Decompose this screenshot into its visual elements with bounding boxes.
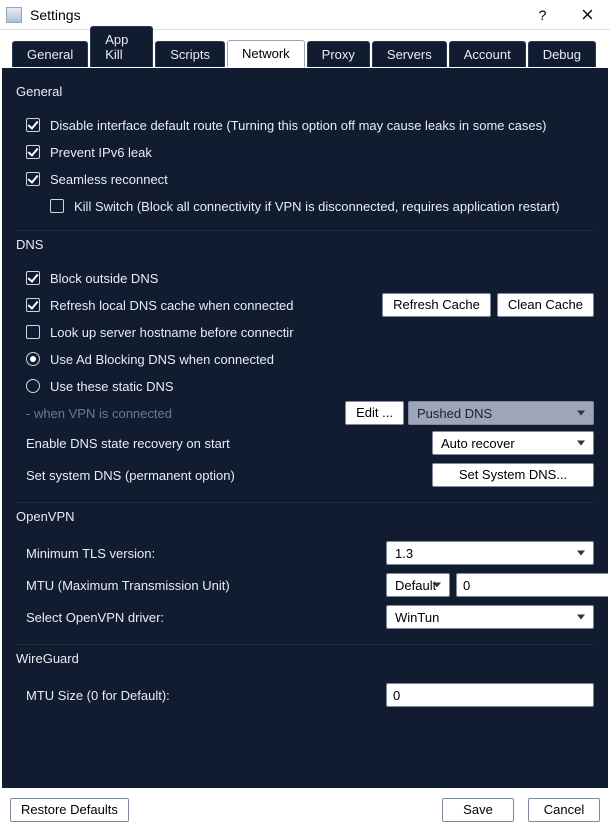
tab-label: Servers bbox=[387, 47, 432, 62]
label-min-tls: Minimum TLS version: bbox=[16, 546, 155, 561]
pushed-dns-select[interactable]: Pushed DNS bbox=[408, 401, 594, 425]
checkbox-prevent-ipv6[interactable] bbox=[26, 145, 40, 159]
select-value: Default bbox=[395, 578, 436, 593]
select-value: Pushed DNS bbox=[417, 406, 492, 421]
select-value: Auto recover bbox=[441, 436, 515, 451]
label-block-outside-dns: Block outside DNS bbox=[50, 271, 158, 286]
tab-label: Debug bbox=[543, 47, 581, 62]
tab-network[interactable]: Network bbox=[227, 40, 305, 68]
label-openvpn-mtu: MTU (Maximum Transmission Unit) bbox=[16, 578, 230, 593]
checkbox-block-outside-dns[interactable] bbox=[26, 271, 40, 285]
label-prevent-ipv6: Prevent IPv6 leak bbox=[50, 145, 152, 160]
label-openvpn-driver: Select OpenVPN driver: bbox=[16, 610, 164, 625]
set-system-dns-button[interactable]: Set System DNS... bbox=[432, 463, 594, 487]
section-dns: Block outside DNS Refresh local DNS cach… bbox=[16, 258, 594, 503]
tab-debug[interactable]: Debug bbox=[528, 41, 596, 67]
label-lookup-hostname: Look up server hostname before connectir bbox=[50, 325, 294, 340]
openvpn-mtu-input[interactable] bbox=[456, 573, 608, 597]
label-refresh-local-dns: Refresh local DNS cache when connected bbox=[50, 298, 294, 313]
section-title-openvpn: OpenVPN bbox=[16, 509, 594, 524]
tab-label: Scripts bbox=[170, 47, 210, 62]
radio-use-static-dns[interactable] bbox=[26, 379, 40, 393]
tab-content-network: General Disable interface default route … bbox=[2, 68, 608, 791]
radio-use-adblock-dns[interactable] bbox=[26, 352, 40, 366]
label-when-vpn-connected: - when VPN is connected bbox=[26, 406, 172, 421]
label-set-system-dns: Set system DNS (permanent option) bbox=[16, 468, 235, 483]
checkbox-seamless-reconnect[interactable] bbox=[26, 172, 40, 186]
checkbox-disable-route[interactable] bbox=[26, 118, 40, 132]
label-use-static-dns: Use these static DNS bbox=[50, 379, 174, 394]
tab-label: Proxy bbox=[322, 47, 355, 62]
select-value: 1.3 bbox=[395, 546, 413, 561]
tab-label: App Kill bbox=[105, 32, 128, 62]
close-button[interactable] bbox=[565, 0, 610, 30]
label-dns-recovery: Enable DNS state recovery on start bbox=[16, 436, 230, 451]
section-title-dns: DNS bbox=[16, 237, 594, 252]
section-title-wireguard: WireGuard bbox=[16, 651, 594, 666]
tabstrip: General App Kill Scripts Network Proxy S… bbox=[0, 38, 610, 68]
section-wireguard: MTU Size (0 for Default): bbox=[16, 672, 594, 722]
restore-defaults-button[interactable]: Restore Defaults bbox=[10, 798, 129, 822]
section-openvpn: Minimum TLS version: 1.3 MTU (Maximum Tr… bbox=[16, 530, 594, 645]
label-use-adblock-dns: Use Ad Blocking DNS when connected bbox=[50, 352, 274, 367]
refresh-cache-button[interactable]: Refresh Cache bbox=[382, 293, 491, 317]
tab-general[interactable]: General bbox=[12, 41, 88, 67]
edit-dns-button[interactable]: Edit ... bbox=[345, 401, 404, 425]
clean-cache-button[interactable]: Clean Cache bbox=[497, 293, 594, 317]
dialog-footer: Restore Defaults Save Cancel bbox=[0, 788, 610, 832]
tab-label: Network bbox=[242, 46, 290, 61]
help-button[interactable]: ? bbox=[520, 0, 565, 30]
section-title-general: General bbox=[16, 84, 594, 99]
tab-scripts[interactable]: Scripts bbox=[155, 41, 225, 67]
save-button[interactable]: Save bbox=[442, 798, 514, 822]
checkbox-refresh-local-dns[interactable] bbox=[26, 298, 40, 312]
checkbox-kill-switch[interactable] bbox=[50, 199, 64, 213]
label-wireguard-mtu: MTU Size (0 for Default): bbox=[16, 688, 170, 703]
checkbox-lookup-hostname[interactable] bbox=[26, 325, 40, 339]
section-general: Disable interface default route (Turning… bbox=[16, 105, 594, 231]
select-value: WinTun bbox=[395, 610, 439, 625]
tab-label: General bbox=[27, 47, 73, 62]
min-tls-select[interactable]: 1.3 bbox=[386, 541, 594, 565]
label-seamless-reconnect: Seamless reconnect bbox=[50, 172, 168, 187]
wireguard-mtu-input[interactable] bbox=[386, 683, 594, 707]
tab-label: Account bbox=[464, 47, 511, 62]
tab-account[interactable]: Account bbox=[449, 41, 526, 67]
window-title: Settings bbox=[30, 7, 520, 23]
tab-proxy[interactable]: Proxy bbox=[307, 41, 370, 67]
dns-recovery-select[interactable]: Auto recover bbox=[432, 431, 594, 455]
label-kill-switch: Kill Switch (Block all connectivity if V… bbox=[74, 199, 560, 214]
label-disable-route: Disable interface default route (Turning… bbox=[50, 118, 546, 133]
tab-app-kill[interactable]: App Kill bbox=[90, 26, 153, 67]
openvpn-mtu-mode-select[interactable]: Default bbox=[386, 573, 450, 597]
cancel-button[interactable]: Cancel bbox=[528, 798, 600, 822]
openvpn-driver-select[interactable]: WinTun bbox=[386, 605, 594, 629]
tab-servers[interactable]: Servers bbox=[372, 41, 447, 67]
close-icon bbox=[582, 9, 593, 20]
app-icon bbox=[6, 7, 22, 23]
